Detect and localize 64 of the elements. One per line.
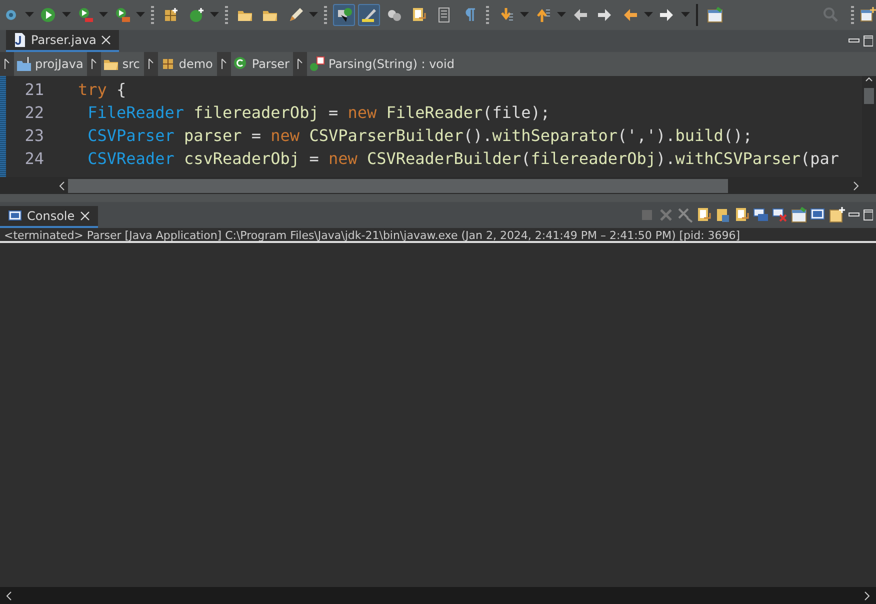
chevron-icon[interactable]	[216, 52, 231, 76]
code-line: FileReader filereaderObj = new FileReader(file);	[86, 102, 552, 124]
breadcrumb-item[interactable]: projJava	[14, 55, 88, 73]
line-number: 24	[24, 148, 44, 170]
down-arrow-icon	[498, 7, 514, 23]
play-icon	[114, 7, 130, 23]
chevron-icon[interactable]	[144, 52, 158, 76]
editor-tab[interactable]: Console	[0, 206, 98, 228]
monitor-icon	[8, 210, 22, 222]
console-status-text: <terminated> Parser [Java Application] C:\Program Files\Java\jdk-21\bin\javaw.exe (Jan 2, 2024, 2:41:49 PM – 2:41:50 PM) [pid: 3696]	[0, 228, 876, 243]
scroll-right-icon[interactable]	[864, 590, 870, 600]
right-arrow-icon	[659, 7, 675, 23]
cog-icon	[386, 7, 402, 23]
class-icon	[232, 56, 249, 72]
scrollbar-thumb[interactable]	[864, 88, 874, 104]
code-line: CSVReader csvReaderObj = new CSVReaderBuilder(filereaderObj).withCSVParser(par	[86, 148, 840, 170]
breadcrumb-item[interactable]: Parsing(String) : void	[307, 55, 458, 73]
display-icon[interactable]	[791, 207, 807, 223]
pen-icon	[287, 7, 303, 23]
new-console-icon[interactable]	[829, 207, 845, 223]
grid-icon	[163, 7, 179, 23]
chevron-icon[interactable]	[87, 52, 102, 76]
breadcrumb-item[interactable]: Parser	[230, 55, 294, 73]
minimize-icon[interactable]	[848, 211, 860, 219]
breadcrumb-item[interactable]: demo	[158, 55, 217, 73]
gear-icon	[3, 7, 19, 23]
close-icon[interactable]	[80, 211, 90, 221]
marker-icon	[361, 7, 377, 23]
scrollbar-thumb[interactable]	[68, 178, 728, 192]
left-arrow-icon	[622, 7, 638, 23]
play-icon	[40, 7, 56, 23]
chevron-icon[interactable]	[0, 52, 14, 76]
class-icon	[188, 7, 204, 23]
minimize-icon[interactable]	[848, 37, 860, 45]
up-arrow-icon	[535, 7, 551, 23]
close-icon[interactable]	[101, 35, 112, 45]
cursor-icon	[336, 7, 352, 23]
forward-arrow-icon	[597, 7, 613, 23]
close-console-icon[interactable]	[772, 207, 788, 223]
toolbar-button[interactable]	[333, 4, 355, 26]
java-file-icon	[14, 33, 26, 47]
line-number: 21	[24, 79, 44, 101]
pin-icon[interactable]	[753, 207, 769, 223]
editor-tab[interactable]: Parser.java	[6, 30, 120, 52]
play-icon	[77, 7, 93, 23]
scroll-left-icon[interactable]	[6, 590, 12, 600]
code-line: CSVParser parser = new CSVParserBuilder().withSeparator(',').build();	[86, 125, 754, 147]
word-wrap-icon[interactable]	[734, 207, 750, 223]
lock-icon[interactable]	[715, 207, 731, 223]
document-icon	[411, 7, 427, 23]
clear-icon[interactable]	[696, 207, 712, 223]
method-icon	[309, 56, 326, 72]
maximize-icon[interactable]	[863, 35, 873, 47]
line-number: 23	[24, 125, 44, 147]
open-perspective-icon[interactable]	[860, 7, 876, 23]
project-folder-icon	[16, 56, 32, 72]
breadcrumb-item[interactable]: src	[101, 55, 144, 73]
chevron-icon[interactable]	[293, 52, 308, 76]
maximize-icon[interactable]	[863, 209, 873, 221]
window-icon	[707, 7, 723, 23]
code-line: try {	[78, 79, 128, 101]
list-icon	[436, 7, 452, 23]
back-arrow-icon	[572, 7, 588, 23]
line-number: 22	[24, 102, 44, 124]
